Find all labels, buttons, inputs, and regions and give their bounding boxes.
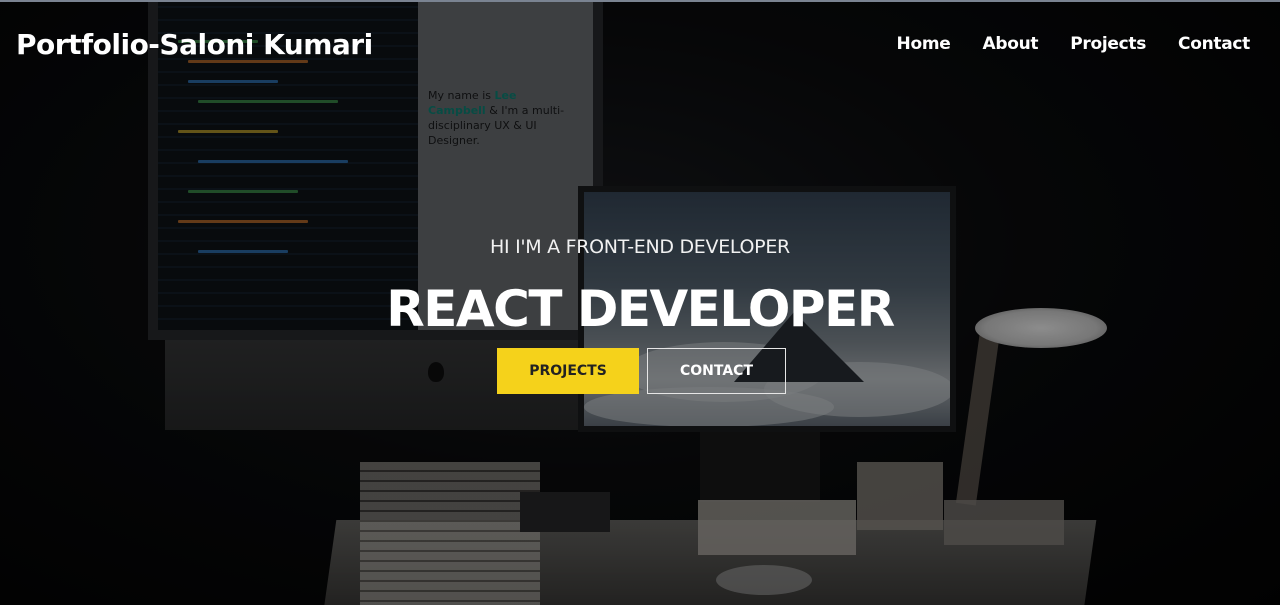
contact-button[interactable]: CONTACT	[647, 348, 786, 394]
site-brand[interactable]: Portfolio-Saloni Kumari	[16, 28, 373, 61]
window-top-border	[0, 0, 1280, 2]
nav-link-contact[interactable]: Contact	[1178, 34, 1250, 54]
projects-button[interactable]: PROJECTS	[497, 348, 639, 394]
hero-buttons: PROJECTS CONTACT	[497, 348, 786, 394]
nav-link-home[interactable]: Home	[897, 34, 951, 54]
nav-link-projects[interactable]: Projects	[1070, 34, 1146, 54]
hero-subtitle: HI I'M A FRONT-END DEVELOPER	[490, 236, 790, 258]
nav-link-about[interactable]: About	[982, 34, 1038, 54]
main-nav: Home About Projects Contact	[897, 34, 1251, 54]
hero-title: REACT DEVELOPER	[386, 280, 895, 338]
